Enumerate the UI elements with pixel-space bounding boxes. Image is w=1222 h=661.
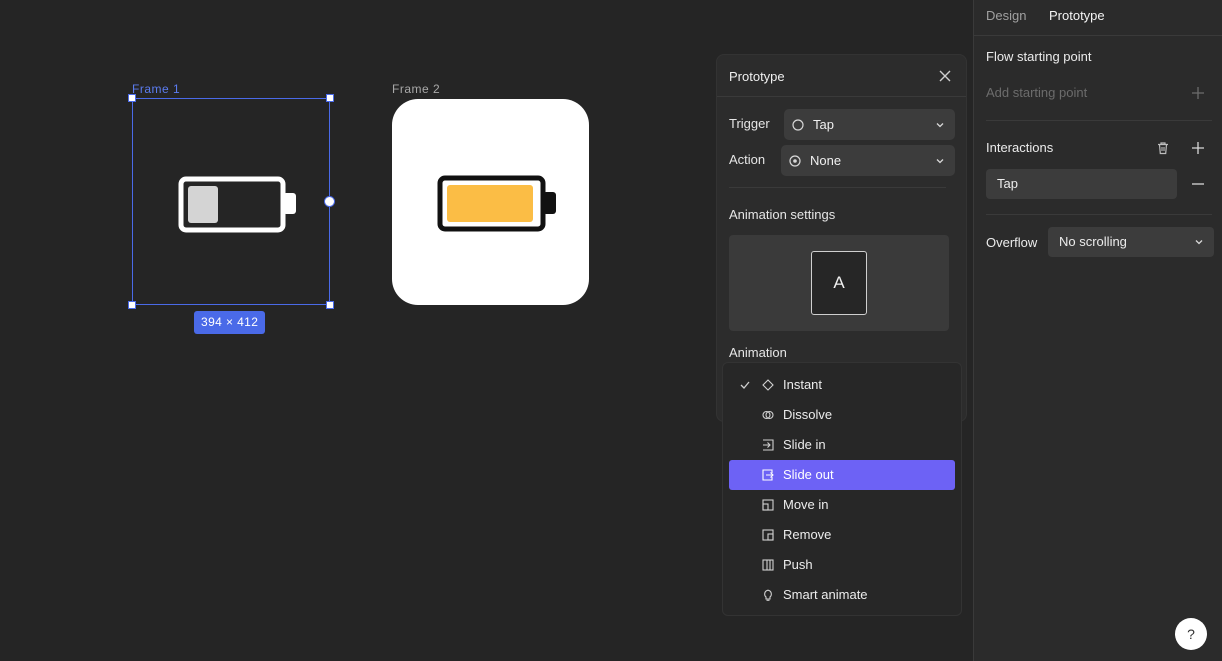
remove-icon (762, 529, 774, 541)
trigger-value: Tap (813, 117, 834, 132)
dropdown-item-label: Move in (783, 497, 829, 512)
bulb-icon (764, 589, 772, 601)
dropdown-item-move-in[interactable]: Move in (729, 490, 955, 520)
resize-handle-top-left[interactable] (128, 94, 136, 102)
prototype-connection-handle[interactable] (324, 196, 335, 207)
animation-preview-card: A (811, 251, 867, 315)
plus-icon[interactable] (1191, 141, 1205, 155)
dropdown-item-label: Slide in (783, 437, 826, 452)
battery-low-icon (178, 176, 296, 233)
circle-icon (792, 118, 804, 131)
resize-handle-top-right[interactable] (326, 94, 334, 102)
diamond-icon (762, 379, 774, 391)
slide-out-icon (762, 469, 774, 481)
sidebar-tabs: Design Prototype (974, 0, 1222, 36)
dropdown-item-remove[interactable]: Remove (729, 520, 955, 550)
slide-in-icon (763, 439, 774, 451)
animation-settings-label: Animation settings (729, 207, 836, 222)
trash-icon[interactable] (1156, 141, 1170, 155)
resize-handle-bottom-right[interactable] (326, 301, 334, 309)
plus-icon[interactable] (1191, 86, 1205, 100)
divider (729, 187, 946, 188)
dropdown-item-label: Dissolve (783, 407, 833, 422)
overflow-label: Overflow (986, 235, 1038, 250)
push-icon (762, 559, 774, 571)
properties-sidebar: Design Prototype Flow starting point Add… (973, 0, 1222, 661)
frame2[interactable] (392, 99, 589, 305)
dropdown-item-smart-animate[interactable]: Smart animate (729, 580, 955, 610)
checkmark-icon (740, 381, 750, 389)
interactions-heading: Interactions (986, 140, 1054, 155)
dropdown-item-instant[interactable]: Instant (729, 370, 955, 400)
animation-label: Animation (729, 345, 787, 360)
trigger-select[interactable]: Tap (784, 109, 955, 140)
action-value: None (810, 153, 842, 168)
dropdown-item-label: Instant (783, 377, 823, 392)
divider (986, 214, 1212, 215)
dropdown-item-label: Push (783, 557, 813, 572)
chevron-down-icon (1195, 240, 1203, 245)
dropdown-item-label: Remove (783, 527, 832, 542)
chevron-down-icon (936, 123, 944, 128)
battery-medium-icon (437, 175, 556, 232)
resize-handle-bottom-left[interactable] (128, 301, 136, 309)
dropdown-item-label: Slide out (783, 467, 834, 482)
add-starting-point-label[interactable]: Add starting point (986, 85, 1087, 100)
prototype-panel-header: Prototype (717, 55, 966, 97)
action-label: Action (729, 152, 766, 167)
interaction-item[interactable]: Tap (986, 169, 1177, 199)
frame1-label[interactable]: Frame 1 (132, 82, 180, 96)
radio-dot-icon (789, 154, 801, 167)
move-in-icon (762, 499, 774, 511)
dropdown-item-push[interactable]: Push (729, 550, 955, 580)
dropdown-item-dissolve[interactable]: Dissolve (729, 400, 955, 430)
overflow-select[interactable]: No scrolling (1048, 227, 1214, 257)
trigger-label: Trigger (729, 116, 770, 131)
dropdown-item-slide-in[interactable]: Slide in (729, 430, 955, 460)
dimensions-badge: 394 × 412 (194, 311, 266, 334)
animation-dropdown: Instant Dissolve Slide in Slide out Move… (722, 362, 962, 616)
divider (986, 120, 1212, 121)
minus-icon[interactable] (1191, 177, 1205, 191)
overflow-value: No scrolling (1059, 234, 1127, 249)
action-select[interactable]: None (781, 145, 955, 176)
dissolve-icon (762, 410, 774, 420)
frame2-label[interactable]: Frame 2 (392, 82, 440, 96)
prototype-panel-title: Prototype (729, 69, 785, 84)
animation-preview: A (729, 235, 949, 331)
help-button[interactable]: ? (1175, 618, 1207, 650)
flow-starting-point-heading: Flow starting point (986, 49, 1092, 64)
tab-design[interactable]: Design (986, 8, 1026, 23)
close-icon[interactable] (938, 69, 952, 83)
dropdown-item-slide-out[interactable]: Slide out (729, 460, 955, 490)
chevron-down-icon (936, 159, 944, 164)
frame1-selection[interactable] (128, 94, 335, 309)
tab-prototype[interactable]: Prototype (1049, 8, 1105, 23)
dropdown-item-label: Smart animate (783, 587, 868, 602)
